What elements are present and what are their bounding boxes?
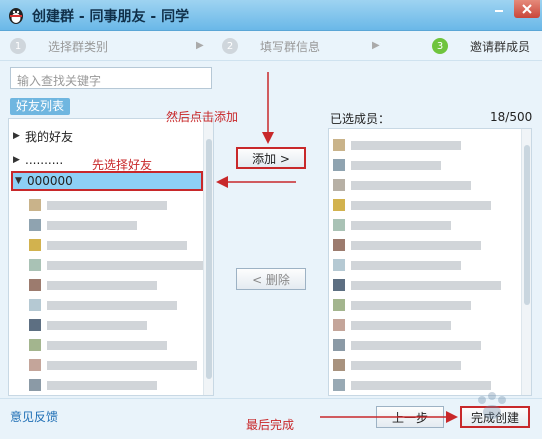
list-item[interactable] [333, 177, 471, 193]
search-placeholder: 输入查找关键字 [17, 74, 102, 88]
list-item[interactable] [29, 237, 187, 253]
avatar [29, 279, 41, 291]
avatar [29, 239, 41, 251]
friend-group-000000[interactable]: ▼ 000000 [11, 171, 203, 191]
friend-group-my-friends[interactable]: ▶ 我的好友 [13, 126, 73, 146]
window-title: 创建群 - 同事朋友 - 同学 [32, 9, 190, 25]
wizard-steps: 1 选择群类别 ▶ 2 填写群信息 ▶ 3 邀请群成员 [0, 31, 542, 61]
step-label: 选择群类别 [48, 39, 109, 54]
avatar [29, 259, 41, 271]
avatar [29, 379, 41, 391]
selected-members-panel [328, 128, 532, 396]
search-input[interactable]: 输入查找关键字 [10, 67, 212, 89]
avatar [29, 339, 41, 351]
avatar [333, 139, 345, 151]
avatar [333, 339, 345, 351]
step-fill-info: 2 填写群信息 [222, 36, 320, 56]
avatar [333, 319, 345, 331]
avatar [333, 219, 345, 231]
list-item[interactable] [29, 217, 137, 233]
list-item[interactable] [29, 377, 157, 393]
annotation-then-add: 然后点击添加 [166, 110, 239, 124]
minimize-button[interactable] [487, 0, 511, 18]
list-item[interactable] [29, 257, 207, 273]
list-item[interactable] [29, 337, 167, 353]
minimize-icon [495, 10, 503, 12]
selected-members-count: 18/500 [490, 110, 533, 124]
group-label: 我的好友 [25, 129, 74, 144]
annotation-first-select: 先选择好友 [92, 158, 153, 172]
avatar [333, 159, 345, 171]
list-item[interactable] [29, 297, 177, 313]
step-number: 3 [432, 38, 448, 54]
title-bar: 创建群 - 同事朋友 - 同学 [0, 0, 542, 31]
avatar [333, 299, 345, 311]
caret-down-icon: ▼ [15, 176, 22, 186]
list-item[interactable] [333, 337, 481, 353]
list-item[interactable] [29, 197, 167, 213]
chevron-right-icon: ▶ [196, 40, 204, 51]
scrollbar[interactable] [203, 119, 213, 395]
avatar [29, 199, 41, 211]
arrow-left-icon [216, 176, 296, 188]
list-item[interactable] [333, 377, 491, 393]
group-label: .......... [25, 153, 64, 167]
scrollbar-thumb[interactable] [524, 145, 530, 305]
caret-right-icon: ▶ [13, 131, 20, 141]
caret-right-icon: ▶ [13, 155, 20, 165]
avatar [29, 299, 41, 311]
arrow-down-icon [262, 72, 274, 144]
group-label: 000000 [27, 174, 73, 188]
list-item[interactable] [333, 237, 481, 253]
watermark-paw-icon [478, 392, 506, 419]
list-item[interactable] [29, 277, 157, 293]
selected-members-label: 已选成员： [330, 112, 391, 126]
list-item[interactable] [333, 137, 461, 153]
friend-group-dotted[interactable]: ▶ .......... [13, 150, 63, 170]
list-item[interactable] [333, 297, 471, 313]
list-item[interactable] [333, 217, 451, 233]
list-item[interactable] [333, 257, 461, 273]
list-item[interactable] [29, 317, 147, 333]
step-label: 邀请群成员 [470, 39, 531, 54]
arrow-right-icon [320, 411, 458, 423]
avatar [333, 179, 345, 191]
add-button[interactable]: 添加 > [236, 147, 306, 169]
remove-button[interactable]: < 删除 [236, 268, 306, 290]
list-item[interactable] [333, 157, 441, 173]
avatar [333, 259, 345, 271]
list-item[interactable] [333, 277, 501, 293]
step-number: 2 [222, 38, 238, 54]
list-item[interactable] [333, 357, 461, 373]
annotation-finally-finish: 最后完成 [246, 418, 295, 432]
scrollbar[interactable] [521, 129, 531, 395]
chevron-right-icon: ▶ [372, 40, 380, 51]
step-label: 填写群信息 [260, 39, 321, 54]
avatar [333, 199, 345, 211]
list-item[interactable] [29, 357, 197, 373]
tab-friend-list[interactable]: 好友列表 [10, 98, 70, 115]
avatar [29, 219, 41, 231]
avatar [333, 379, 345, 391]
scrollbar-thumb[interactable] [206, 139, 212, 379]
qq-penguin-icon [9, 8, 23, 24]
close-icon [522, 4, 532, 14]
close-button[interactable] [514, 0, 540, 18]
step-invite-members: 3 邀请群成员 [432, 36, 530, 56]
avatar [333, 239, 345, 251]
avatar [29, 359, 41, 371]
list-item[interactable] [333, 317, 451, 333]
avatar [333, 279, 345, 291]
avatar [29, 319, 41, 331]
avatar [333, 359, 345, 371]
step-number: 1 [10, 38, 26, 54]
step-select-category: 1 选择群类别 [10, 36, 108, 56]
feedback-link[interactable]: 意见反馈 [10, 408, 58, 425]
list-item[interactable] [333, 197, 491, 213]
